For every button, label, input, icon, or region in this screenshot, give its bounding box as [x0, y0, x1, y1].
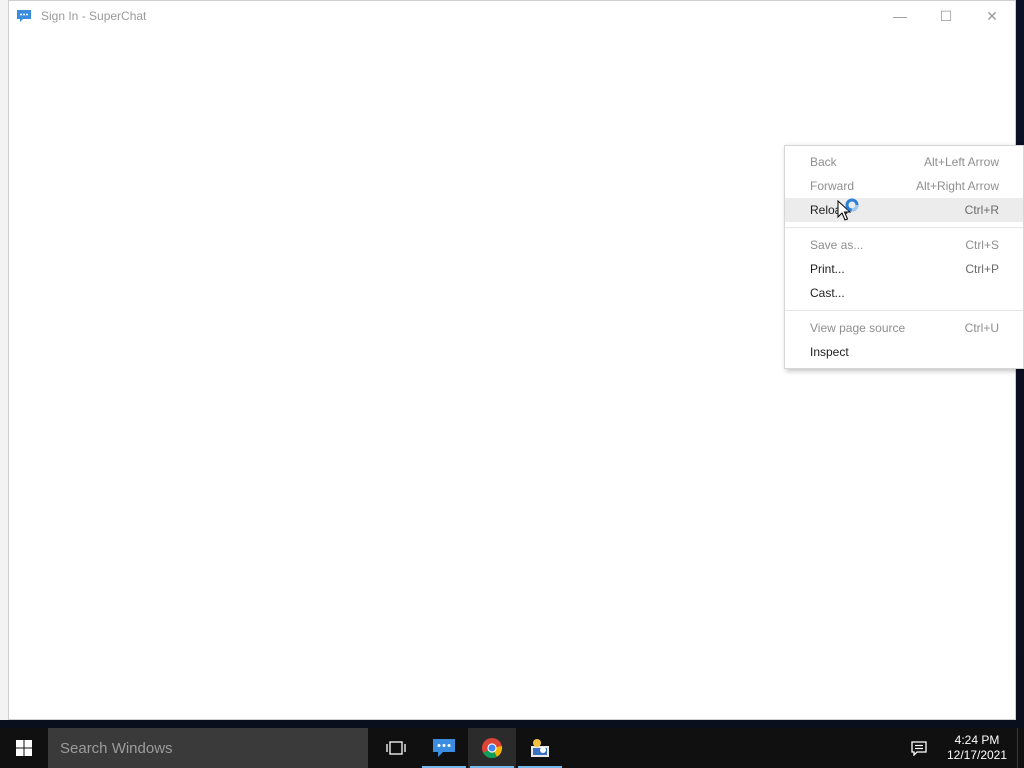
task-view-icon [386, 741, 406, 755]
menu-item-view-page-source[interactable]: View page source Ctrl+U [785, 316, 1023, 340]
windows-logo-icon [16, 740, 32, 756]
menu-item-shortcut: Ctrl+U [964, 321, 999, 335]
menu-item-back[interactable]: Back Alt+Left Arrow [785, 150, 1023, 174]
taskbar-clock[interactable]: 4:24 PM 12/17/2021 [937, 733, 1017, 763]
title-bar[interactable]: Sign In - SuperChat — ☐ ✕ [9, 1, 1015, 31]
menu-item-shortcut: Alt+Left Arrow [923, 155, 999, 169]
menu-item-forward[interactable]: Forward Alt+Right Arrow [785, 174, 1023, 198]
menu-item-label: Print... [810, 262, 845, 276]
menu-separator [785, 310, 1023, 311]
menu-item-cast[interactable]: Cast... [785, 281, 1023, 305]
page-content[interactable] [9, 31, 1015, 719]
background-window-edge [0, 0, 8, 720]
menu-separator [785, 227, 1023, 228]
chrome-icon [482, 738, 503, 759]
menu-item-label: Cast... [810, 286, 845, 300]
menu-item-label: Back [810, 155, 837, 169]
menu-item-save-as[interactable]: Save as... Ctrl+S [785, 233, 1023, 257]
clock-date: 12/17/2021 [946, 748, 1008, 762]
menu-item-print[interactable]: Print... Ctrl+P [785, 257, 1023, 281]
chat-bubbles-icon [433, 739, 455, 757]
close-button[interactable]: ✕ [969, 1, 1015, 31]
network-user-icon [531, 739, 549, 757]
menu-item-reload[interactable]: Reload Ctrl+R [785, 198, 1023, 222]
maximize-button[interactable]: ☐ [923, 1, 969, 31]
notification-icon [911, 740, 927, 756]
minimize-button[interactable]: — [877, 1, 923, 31]
taskbar-app-network-tool[interactable] [516, 728, 564, 768]
menu-item-shortcut: Alt+Right Arrow [915, 179, 999, 193]
search-placeholder: Search Windows [60, 739, 173, 757]
menu-item-label: Save as... [810, 238, 864, 252]
menu-item-label: Reload [810, 203, 849, 217]
maximize-icon: ☐ [939, 7, 953, 24]
menu-item-label: View page source [810, 321, 906, 335]
menu-item-inspect[interactable]: Inspect [785, 340, 1023, 364]
taskbar-app-superchat[interactable] [420, 728, 468, 768]
minimize-icon: — [893, 8, 907, 24]
menu-item-shortcut: Ctrl+P [965, 262, 999, 276]
menu-item-label: Forward [810, 179, 855, 193]
clock-time: 4:24 PM [954, 733, 1000, 747]
menu-item-shortcut: Ctrl+S [965, 238, 999, 252]
taskbar-app-chrome[interactable] [468, 728, 516, 768]
close-icon: ✕ [986, 7, 998, 24]
menu-item-shortcut: Ctrl+R [964, 203, 999, 217]
show-desktop-button[interactable] [1017, 728, 1024, 768]
taskbar: Search Windows 4:24 PM 12/17/2021 [0, 728, 1024, 768]
context-menu: Back Alt+Left Arrow Forward Alt+Right Ar… [784, 145, 1024, 369]
system-tray: 4:24 PM 12/17/2021 [901, 728, 1024, 768]
start-button[interactable] [0, 728, 48, 768]
superchat-app-icon [15, 7, 33, 25]
action-center-button[interactable] [901, 728, 937, 768]
window-title: Sign In - SuperChat [41, 9, 147, 23]
task-view-button[interactable] [372, 728, 420, 768]
menu-item-label: Inspect [810, 345, 849, 359]
taskbar-search-input[interactable]: Search Windows [48, 728, 368, 768]
window-controls: — ☐ ✕ [877, 1, 1015, 31]
